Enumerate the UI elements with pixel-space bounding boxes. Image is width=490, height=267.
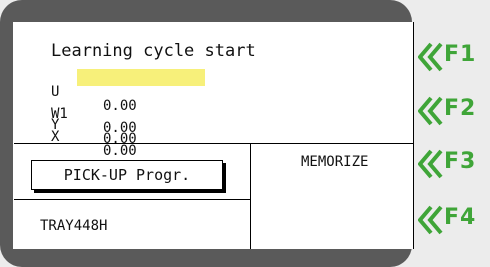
f4-label: F4 xyxy=(444,205,477,230)
chevron-left-icon xyxy=(418,42,443,72)
f2-key[interactable]: F2 xyxy=(418,92,488,132)
divider xyxy=(14,199,250,200)
divider xyxy=(14,143,250,144)
u-value-field[interactable] xyxy=(77,69,205,86)
f1-key[interactable]: F1 xyxy=(418,38,488,78)
axis-value: 0.00 xyxy=(103,143,137,159)
f1-label: F1 xyxy=(444,42,477,67)
chevron-left-icon xyxy=(418,205,443,235)
f3-label: F3 xyxy=(444,149,477,174)
f4-key[interactable]: F4 xyxy=(418,201,488,241)
tray-label: TRAY448H xyxy=(40,218,108,234)
chevron-left-icon xyxy=(418,96,443,126)
page-title: Learning cycle start xyxy=(51,41,256,61)
pickup-program-button[interactable]: PICK-UP Progr. xyxy=(31,160,223,190)
axis-label: X xyxy=(51,129,60,145)
axis-value: 0.00 xyxy=(103,98,137,114)
f2-label: F2 xyxy=(444,96,477,121)
display-screen: Learning cycle start U 0.00 W1 0.00 Y 0.… xyxy=(13,22,414,249)
divider xyxy=(250,143,413,144)
memorize-button[interactable]: MEMORIZE xyxy=(301,154,368,170)
f3-key[interactable]: F3 xyxy=(418,145,488,185)
chevron-left-icon xyxy=(418,149,443,179)
divider xyxy=(250,143,251,249)
